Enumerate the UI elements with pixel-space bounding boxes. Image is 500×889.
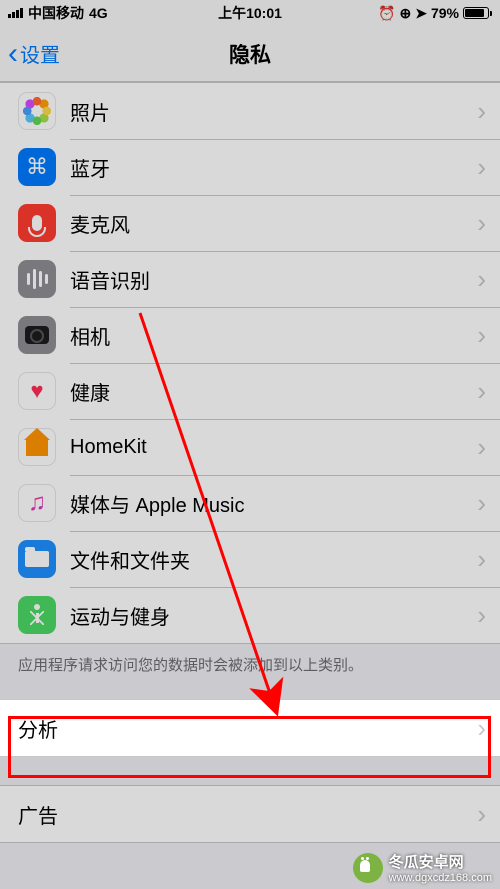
bluetooth-icon: ⌘ [18,148,56,186]
health-icon: ♥ [18,372,56,410]
row-motion-fitness[interactable]: 运动与健身 › [0,587,500,643]
network-label: 4G [89,5,108,21]
music-icon: ♫ [18,484,56,522]
row-bluetooth[interactable]: ⌘ 蓝牙 › [0,139,500,195]
row-label: 健康 [70,377,471,406]
row-photos[interactable]: 照片 › [0,83,500,139]
nav-bar: ‹ 设置 隐私 [0,26,500,82]
activity-icon [18,596,56,634]
chevron-right-icon: › [477,544,486,575]
back-label: 设置 [20,39,60,68]
row-label: 广告 [18,800,471,829]
chevron-right-icon: › [477,799,486,830]
signal-icon [8,8,23,18]
watermark: 冬瓜安卓网 www.dgxcdz168.com [353,851,492,884]
battery-percent: 79% [431,5,459,21]
row-label: 语音识别 [70,265,471,294]
alarm-icon: ⏰ [378,5,395,22]
row-label: HomeKit [70,436,471,459]
chevron-right-icon: › [477,376,486,407]
row-label: 麦克风 [70,209,471,238]
chevron-right-icon: › [477,488,486,519]
status-time: 上午10:01 [218,3,282,23]
speech-recognition-icon [18,260,56,298]
chevron-right-icon: › [477,320,486,351]
chevron-right-icon: › [477,713,486,744]
row-advertising[interactable]: 广告 › [0,786,500,842]
row-analytics[interactable]: 分析 › [0,700,500,756]
row-label: 媒体与 Apple Music [70,489,471,518]
row-label: 文件和文件夹 [70,545,471,574]
chevron-right-icon: › [477,264,486,295]
chevron-right-icon: › [477,96,486,127]
row-label: 运动与健身 [70,601,471,630]
chevron-right-icon: › [477,208,486,239]
files-icon [18,540,56,578]
carrier-label: 中国移动 [28,3,84,23]
chevron-right-icon: › [477,600,486,631]
analytics-list: 分析 › [0,699,500,757]
rotation-lock-icon: ⊕ [400,5,412,22]
row-speech-recognition[interactable]: 语音识别 › [0,251,500,307]
privacy-list: 照片 › ⌘ 蓝牙 › 麦克风 › 语音识别 › 相机 › ♥ 健康 › Hom… [0,82,500,644]
watermark-icon [353,853,383,883]
row-label: 分析 [18,714,471,743]
back-button[interactable]: ‹ 设置 [0,39,60,69]
ads-list: 广告 › [0,785,500,843]
photos-icon [18,92,56,130]
row-microphone[interactable]: 麦克风 › [0,195,500,251]
row-label: 照片 [70,97,471,126]
chevron-right-icon: › [477,432,486,463]
row-homekit[interactable]: HomeKit › [0,419,500,475]
row-label: 相机 [70,321,471,350]
battery-icon [463,7,492,19]
status-bar: 中国移动 4G 上午10:01 ⏰ ⊕ ➤ 79% [0,0,500,26]
row-label: 蓝牙 [70,153,471,182]
watermark-url: www.dgxcdz168.com [389,872,492,884]
row-health[interactable]: ♥ 健康 › [0,363,500,419]
row-files-folders[interactable]: 文件和文件夹 › [0,531,500,587]
location-icon: ➤ [415,5,427,22]
row-camera[interactable]: 相机 › [0,307,500,363]
watermark-title: 冬瓜安卓网 [389,851,492,872]
microphone-icon [18,204,56,242]
chevron-left-icon: ‹ [8,39,18,69]
row-media-apple-music[interactable]: ♫ 媒体与 Apple Music › [0,475,500,531]
camera-icon [18,316,56,354]
section-footer: 应用程序请求访问您的数据时会被添加到以上类别。 [0,644,500,699]
homekit-icon [18,428,56,466]
chevron-right-icon: › [477,152,486,183]
page-title: 隐私 [229,39,271,69]
